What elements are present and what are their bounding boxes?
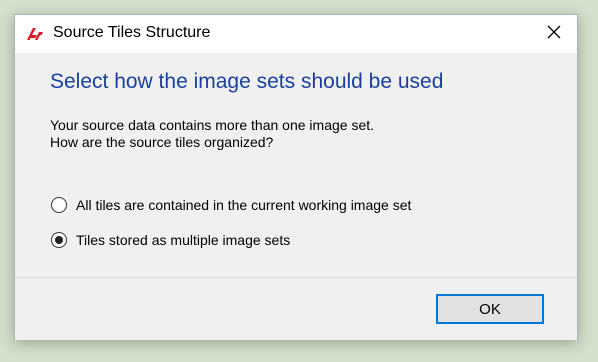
- radio-label-single-image-set[interactable]: All tiles are contained in the current w…: [76, 197, 411, 213]
- dialog-content: Select how the image sets should be used…: [15, 53, 577, 277]
- source-tiles-structure-dialog: Source Tiles Structure Select how the im…: [14, 14, 578, 340]
- radio-option-multiple-image-sets[interactable]: Tiles stored as multiple image sets: [51, 232, 290, 248]
- radio-option-single-image-set[interactable]: All tiles are contained in the current w…: [51, 197, 411, 213]
- dialog-footer: OK: [15, 277, 577, 340]
- description-line-1: Your source data contains more than one …: [50, 117, 375, 133]
- close-button[interactable]: [531, 15, 577, 53]
- ok-button[interactable]: OK: [436, 294, 544, 324]
- instruction-heading: Select how the image sets should be used: [50, 70, 444, 93]
- radio-selected-dot: [55, 236, 63, 244]
- description-line-2: How are the source tiles organized?: [50, 134, 274, 150]
- radio-button-unselected[interactable]: [51, 197, 67, 213]
- window-title: Source Tiles Structure: [53, 24, 211, 41]
- description-text: Your source data contains more than one …: [50, 117, 374, 151]
- title-bar[interactable]: Source Tiles Structure: [15, 15, 577, 53]
- app-icon: [26, 26, 44, 42]
- radio-label-multiple-image-sets[interactable]: Tiles stored as multiple image sets: [76, 232, 290, 248]
- radio-button-selected[interactable]: [51, 232, 67, 248]
- close-icon: [547, 25, 561, 44]
